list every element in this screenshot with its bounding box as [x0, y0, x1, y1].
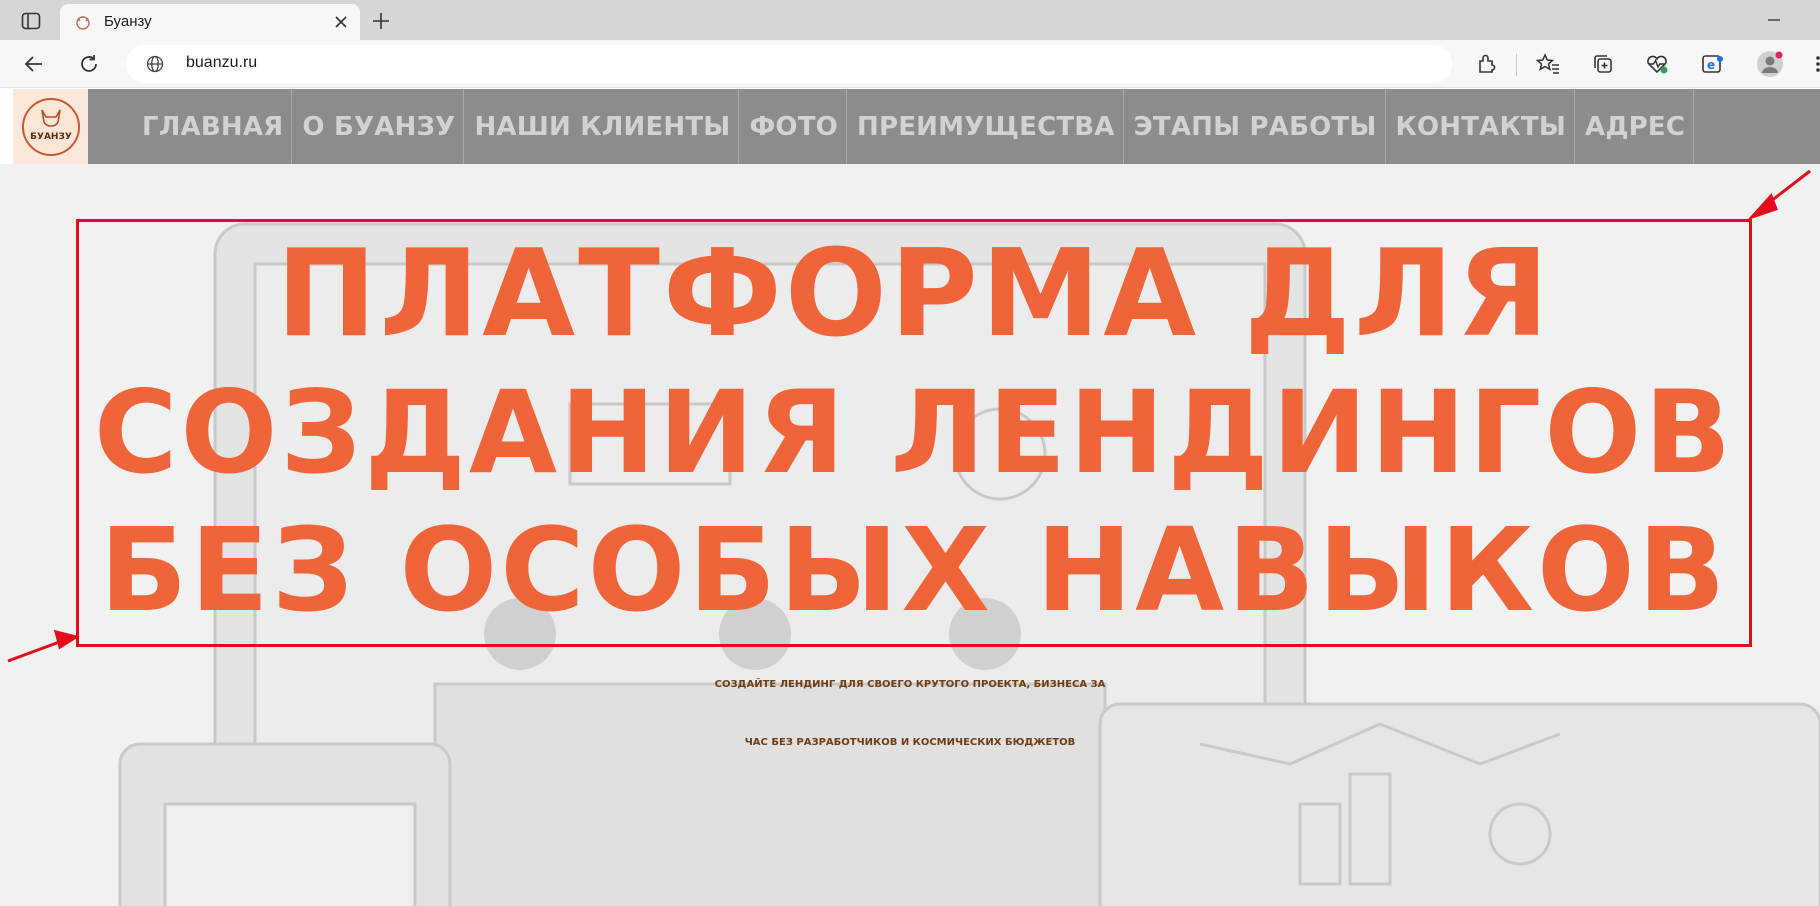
favicon-icon — [74, 13, 92, 31]
nav-item-clients[interactable]: НАШИ КЛИЕНТЫ — [464, 89, 740, 164]
browser-toolbar: buanzu.ru e — [0, 40, 1820, 88]
nav-item-contacts[interactable]: КОНТАКТЫ — [1386, 89, 1575, 164]
logo-icon: БУАНЗУ — [21, 97, 80, 156]
nav-item-about[interactable]: О БУАНЗУ — [292, 89, 465, 164]
extensions-icon[interactable] — [1472, 50, 1500, 78]
site-logo[interactable]: БУАНЗУ — [13, 89, 88, 164]
hero-headline: ПЛАТФОРМА ДЛЯ СОЗДАНИЯ ЛЕНДИНГОВ БЕЗ ОСО… — [79, 222, 1749, 644]
nav-item-home[interactable]: ГЛАВНАЯ — [142, 89, 293, 164]
back-arrow-icon[interactable] — [20, 50, 48, 78]
collections-icon[interactable] — [1589, 50, 1617, 78]
main-nav: ГЛАВНАЯ О БУАНЗУ НАШИ КЛИЕНТЫ ФОТО ПРЕИМ… — [88, 89, 1820, 164]
headline-line: БЕЗ ОСОБЫХ НАВЫКОВ — [99, 504, 1729, 638]
headline-annotation-box: ПЛАТФОРМА ДЛЯ СОЗДАНИЯ ЛЕНДИНГОВ БЕЗ ОСО… — [76, 219, 1752, 647]
profile-icon[interactable] — [1756, 50, 1784, 78]
headline-line: ПЛАТФОРМА ДЛЯ — [276, 225, 1552, 364]
headline-line: СОЗДАНИЯ ЛЕНДИНГОВ — [93, 366, 1735, 499]
browser-tab[interactable]: Буанзу — [60, 4, 360, 40]
tab-title: Буанзу — [104, 13, 152, 30]
more-icon[interactable] — [1804, 50, 1820, 78]
subtitle-line: СОЗДАЙТЕ ЛЕНДИНГ ДЛЯ СВОЕГО КРУТОГО ПРОЕ… — [714, 679, 1106, 690]
health-icon[interactable] — [1643, 50, 1671, 78]
globe-icon — [146, 55, 164, 73]
svg-text:БУАНЗУ: БУАНЗУ — [30, 132, 72, 142]
nav-item-photo[interactable]: ФОТО — [739, 89, 847, 164]
hero-subtitle: СОЗДАЙТЕ ЛЕНДИНГ ДЛЯ СВОЕГО КРУТОГО ПРОЕ… — [0, 656, 1820, 772]
tab-actions-icon[interactable] — [14, 8, 48, 34]
site-header: БУАНЗУ ГЛАВНАЯ О БУАНЗУ НАШИ КЛИЕНТЫ ФОТ… — [0, 89, 1820, 164]
nav-item-address[interactable]: АДРЕС — [1575, 89, 1695, 164]
subtitle-line: ЧАС БЕЗ РАЗРАБОТЧИКОВ И КОСМИЧЕСКИХ БЮДЖ… — [744, 737, 1076, 748]
browser-tab-strip: Буанзу — [0, 0, 1820, 40]
refresh-icon[interactable] — [75, 50, 103, 78]
minimize-icon[interactable] — [1762, 10, 1786, 30]
nav-item-advantages[interactable]: ПРЕИМУЩЕСТВА — [847, 89, 1124, 164]
plus-icon[interactable] — [368, 8, 394, 34]
toolbar-separator — [1516, 54, 1517, 76]
svg-text:e: e — [1707, 58, 1715, 72]
address-bar[interactable]: buanzu.ru — [126, 45, 1452, 83]
favorites-icon[interactable] — [1534, 50, 1562, 78]
hero-section: ПЛАТФОРМА ДЛЯ СОЗДАНИЯ ЛЕНДИНГОВ БЕЗ ОСО… — [0, 164, 1820, 906]
url-text: buanzu.ru — [186, 54, 258, 71]
nav-item-stages[interactable]: ЭТАПЫ РАБОТЫ — [1124, 89, 1386, 164]
close-icon[interactable] — [332, 13, 350, 31]
ie-mode-icon[interactable]: e — [1699, 50, 1727, 78]
